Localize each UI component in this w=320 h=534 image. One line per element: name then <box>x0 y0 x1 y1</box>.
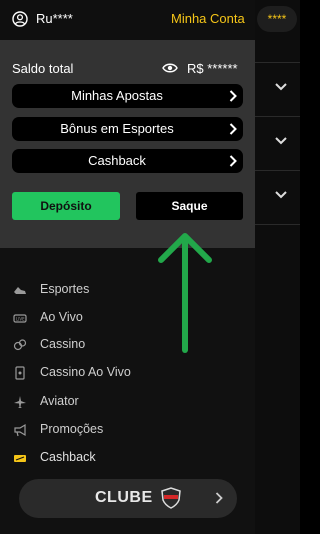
nav-item-label: Cashback <box>40 450 96 464</box>
nav-item-live-casino[interactable]: Cassino Ao Vivo <box>0 359 255 387</box>
nav-item-label: Aviator <box>40 394 79 408</box>
megaphone-icon <box>14 423 26 437</box>
svg-text:LIVE: LIVE <box>16 317 25 322</box>
shield-badge-icon <box>161 487 181 509</box>
wallet-panel: Saldo total R$ ****** Minhas Apostas Bôn… <box>0 40 255 248</box>
my-account-link[interactable]: Minha Conta <box>171 11 245 26</box>
nav-item-promotions[interactable]: Promoções <box>0 416 255 444</box>
chevron-right-icon <box>229 155 237 167</box>
user-icon <box>12 11 28 27</box>
chevron-right-icon <box>215 492 223 504</box>
annotation-arrow <box>158 233 212 353</box>
background-row <box>255 170 300 225</box>
clube-label: CLUBE <box>95 489 153 506</box>
live-icon: LIVE <box>13 314 27 323</box>
airplane-icon <box>14 396 26 408</box>
chevron-down-icon <box>275 83 287 91</box>
background-page: **** <box>255 0 300 534</box>
user-name: Ru**** <box>36 11 73 26</box>
my-bets-button[interactable]: Minhas Apostas <box>12 84 243 108</box>
nav-item-label: Promoções <box>40 422 104 436</box>
casino-icon <box>13 339 27 351</box>
withdraw-button[interactable]: Saque <box>136 192 243 220</box>
nav-item-sports[interactable]: Esportes <box>0 276 255 304</box>
nav-item-casino[interactable]: Cassino <box>0 331 255 359</box>
live-casino-icon <box>15 366 25 380</box>
background-balance-pill: **** <box>257 6 297 32</box>
nav-item-label: Ao Vivo <box>40 310 83 324</box>
nav-item-label: Esportes <box>40 282 90 296</box>
nav-item-label: Cassino Ao Vivo <box>40 365 131 379</box>
nav-item-cashback[interactable]: Cashback <box>0 444 255 472</box>
cashback-menu-label: Cashback <box>88 153 146 168</box>
drawer-header: Ru**** Minha Conta <box>0 0 255 40</box>
chevron-right-icon <box>229 123 237 135</box>
background-row <box>255 116 300 171</box>
chevron-right-icon <box>229 90 237 102</box>
background-row <box>255 224 300 279</box>
sports-bonus-label: Bônus em Esportes <box>60 121 174 136</box>
deposit-button[interactable]: Depósito <box>12 192 120 220</box>
sports-bonus-button[interactable]: Bônus em Esportes <box>12 117 243 141</box>
nav-item-live[interactable]: LIVE Ao Vivo <box>0 304 255 332</box>
cashback-menu-button[interactable]: Cashback <box>12 149 243 173</box>
balance-label: Saldo total <box>12 61 74 76</box>
side-drawer: Ru**** Minha Conta Saldo total R$ ******… <box>0 0 255 534</box>
nav-item-label: Cassino <box>40 337 86 351</box>
sports-icon <box>14 287 26 294</box>
cashback-icon <box>14 455 26 462</box>
eye-icon[interactable] <box>162 62 178 74</box>
chevron-down-icon <box>275 137 287 145</box>
background-row <box>255 62 300 117</box>
nav-item-aviator[interactable]: Aviator <box>0 388 255 416</box>
clube-banner-button[interactable]: CLUBE <box>19 479 237 518</box>
chevron-down-icon <box>275 191 287 199</box>
my-bets-label: Minhas Apostas <box>71 88 163 103</box>
balance-value: R$ ****** <box>187 61 238 76</box>
